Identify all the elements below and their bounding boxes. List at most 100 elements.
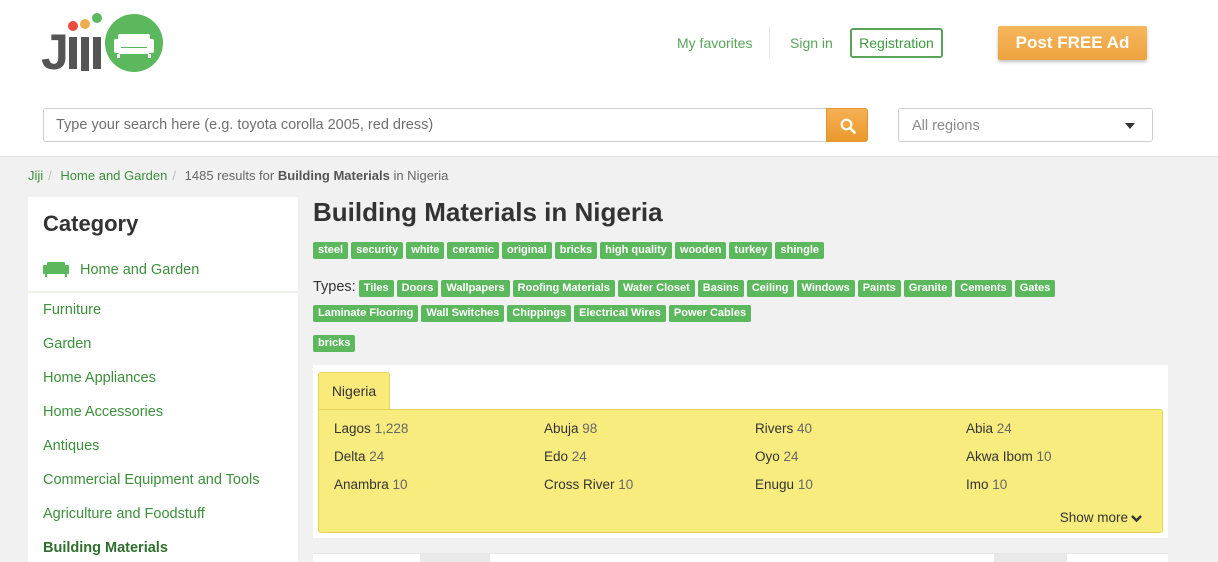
jiji-logo[interactable]: J <box>41 13 166 80</box>
type-ceiling[interactable]: Ceiling <box>746 280 794 297</box>
category-item-commercial-equipment[interactable]: Commercial Equipment and Tools <box>43 472 260 506</box>
tag-high-quality[interactable]: high quality <box>600 242 672 259</box>
region-item-cross-river[interactable]: Cross River 10 <box>544 477 633 492</box>
region-name: Delta <box>334 449 366 464</box>
region-name: Edo <box>544 449 569 464</box>
category-item-home-accessories[interactable]: Home Accessories <box>43 404 260 438</box>
tag-ceramic[interactable]: ceramic <box>447 242 499 259</box>
post-free-ad-button[interactable]: Post FREE Ad <box>998 26 1147 60</box>
region-item-delta[interactable]: Delta 24 <box>334 449 384 464</box>
my-favorites-link[interactable]: My favorites <box>677 35 752 51</box>
type-electrical-wires[interactable]: Electrical Wires <box>574 305 666 322</box>
region-count: 10 <box>392 477 408 492</box>
search-button[interactable] <box>826 108 868 142</box>
registration-button[interactable]: Registration <box>850 28 943 58</box>
tag-white[interactable]: white <box>406 242 445 259</box>
type-paints[interactable]: Paints <box>857 280 901 297</box>
tag-bricks-extra[interactable]: bricks <box>313 335 356 352</box>
type-power-cables[interactable]: Power Cables <box>668 305 752 322</box>
category-parent-home-and-garden[interactable]: Home and Garden <box>43 259 283 281</box>
toolbar-segment <box>994 554 1067 562</box>
tag-bricks[interactable]: bricks <box>554 242 598 259</box>
tag-steel[interactable]: steel <box>313 242 349 259</box>
region-name: Abuja <box>544 421 579 436</box>
type-water-closet[interactable]: Water Closet <box>617 280 695 297</box>
region-count: 10 <box>1036 449 1052 464</box>
tab-nigeria[interactable]: Nigeria <box>318 372 390 410</box>
toolbar-segment <box>420 554 490 562</box>
sign-in-link[interactable]: Sign in <box>790 35 833 51</box>
type-laminate-flooring[interactable]: Laminate Flooring <box>313 305 419 322</box>
region-item-abia[interactable]: Abia 24 <box>966 421 1012 436</box>
region-name: Anambra <box>334 477 389 492</box>
category-item-garden[interactable]: Garden <box>43 336 260 370</box>
region-item-anambra[interactable]: Anambra 10 <box>334 477 408 492</box>
svg-text:J: J <box>41 24 69 75</box>
region-item-akwa-ibom[interactable]: Akwa Ibom 10 <box>966 449 1052 464</box>
region-name: Abia <box>966 421 994 436</box>
region-item-abuja[interactable]: Abuja 98 <box>544 421 597 436</box>
type-doors[interactable]: Doors <box>396 280 439 297</box>
category-divider <box>28 291 298 293</box>
search-icon <box>840 118 856 134</box>
breadcrumb-separator: / <box>48 168 52 183</box>
chevron-down-icon <box>1131 515 1142 523</box>
type-tiles[interactable]: Tiles <box>358 280 394 297</box>
category-item-antiques[interactable]: Antiques <box>43 438 260 472</box>
region-select-value: All regions <box>912 118 980 134</box>
type-cements[interactable]: Cements <box>955 280 1012 297</box>
search-input[interactable] <box>43 108 827 142</box>
type-windows[interactable]: Windows <box>796 280 855 297</box>
region-item-rivers[interactable]: Rivers 40 <box>755 421 812 436</box>
category-sidebar: Category Home and Garden Furniture Garde… <box>28 197 298 562</box>
region-count: 98 <box>582 421 598 436</box>
breadcrumb: Jiji / Home and Garden/ 1485 results for … <box>28 168 448 183</box>
region-item-enugu[interactable]: Enugu 10 <box>755 477 813 492</box>
region-count: 24 <box>369 449 385 464</box>
breadcrumb-home-and-garden[interactable]: Home and Garden <box>60 168 167 183</box>
category-title: Category <box>43 211 139 236</box>
breadcrumb-jiji[interactable]: Jiji <box>28 168 43 183</box>
nav-divider <box>769 27 770 58</box>
region-count: 10 <box>618 477 634 492</box>
tag-security[interactable]: security <box>351 242 404 259</box>
show-more-label: Show more <box>1059 510 1128 525</box>
tag-shingle[interactable]: shingle <box>775 242 824 259</box>
region-name: Lagos <box>334 421 371 436</box>
region-name: Imo <box>966 477 989 492</box>
category-item-agriculture[interactable]: Agriculture and Foodstuff <box>43 506 260 540</box>
regions-panel: Lagos 1,228 Abuja 98 Rivers 40 Abia 24 D… <box>318 409 1163 533</box>
region-count: 24 <box>783 449 799 464</box>
region-count: 24 <box>996 421 1012 436</box>
tag-original[interactable]: original <box>502 242 552 259</box>
type-gates[interactable]: Gates <box>1014 280 1056 297</box>
region-item-lagos[interactable]: Lagos 1,228 <box>334 421 408 436</box>
region-name: Rivers <box>755 421 794 436</box>
type-wall-switches[interactable]: Wall Switches <box>421 305 505 322</box>
region-count: 10 <box>992 477 1008 492</box>
tag-turkey[interactable]: turkey <box>729 242 773 259</box>
type-roofing-materials[interactable]: Roofing Materials <box>512 280 615 297</box>
results-location: in Nigeria <box>393 168 449 183</box>
region-name: Akwa Ibom <box>966 449 1033 464</box>
region-item-oyo[interactable]: Oyo 24 <box>755 449 799 464</box>
type-chippings[interactable]: Chippings <box>507 305 572 322</box>
category-parent-label: Home and Garden <box>80 262 200 278</box>
region-item-edo[interactable]: Edo 24 <box>544 449 587 464</box>
region-name: Cross River <box>544 477 615 492</box>
tag-wooden[interactable]: wooden <box>674 242 727 259</box>
results-category: Building Materials <box>277 168 390 183</box>
category-item-building-materials[interactable]: Building Materials <box>43 540 260 562</box>
results-count-prefix: 1485 results for <box>184 168 275 183</box>
category-item-furniture[interactable]: Furniture <box>43 302 260 336</box>
sofa-icon <box>43 262 69 277</box>
show-more-button[interactable]: Show more <box>1060 510 1142 525</box>
caret-down-icon <box>1125 123 1135 129</box>
region-item-imo[interactable]: Imo 10 <box>966 477 1007 492</box>
type-basins[interactable]: Basins <box>697 280 744 297</box>
region-select[interactable]: All regions <box>898 108 1153 142</box>
header: J My favorites Sign in Registration Post… <box>0 0 1218 157</box>
type-granite[interactable]: Granite <box>903 280 953 297</box>
category-item-home-appliances[interactable]: Home Appliances <box>43 370 260 404</box>
type-wallpapers[interactable]: Wallpapers <box>441 280 510 297</box>
